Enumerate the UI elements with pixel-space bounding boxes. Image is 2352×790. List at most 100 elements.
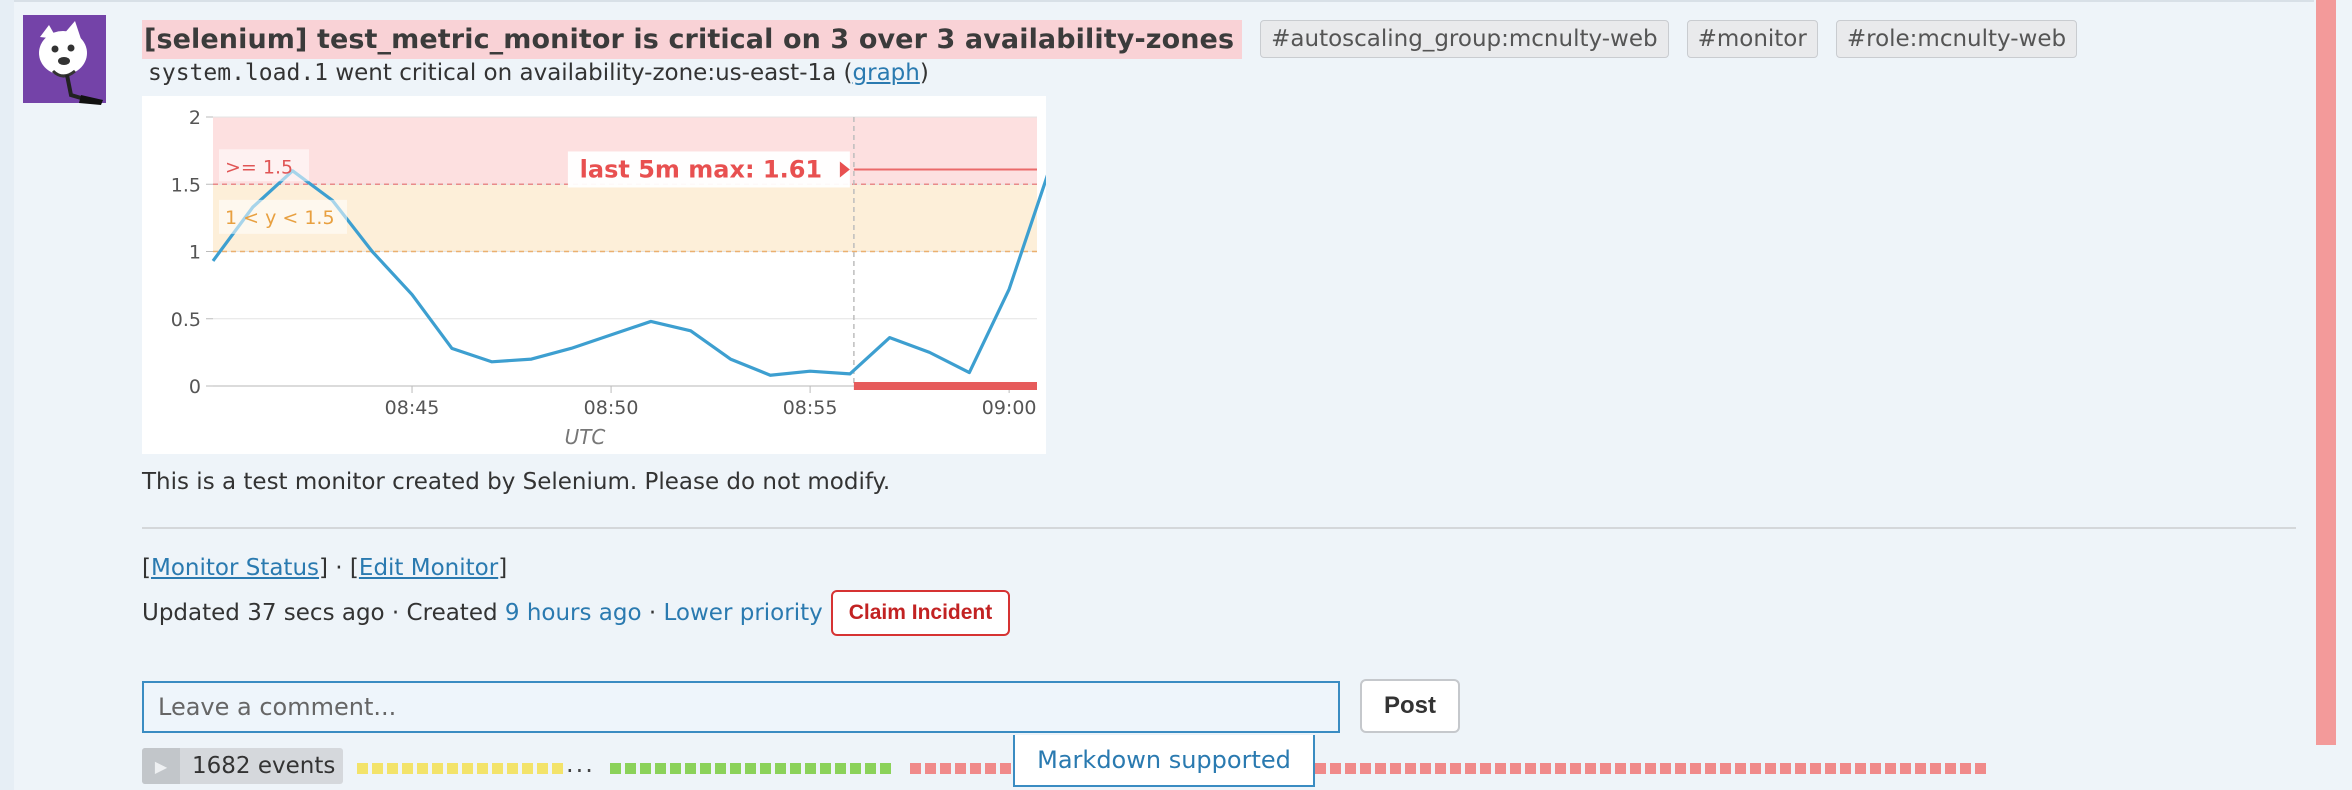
timeline-warning-marker[interactable] <box>447 763 458 774</box>
timeline-ok-marker[interactable] <box>610 763 621 774</box>
timeline-warning-marker[interactable] <box>522 763 533 774</box>
timeline-warning-marker[interactable] <box>387 763 398 774</box>
timeline-alert-marker[interactable] <box>1510 763 1521 774</box>
timeline-ok-marker[interactable] <box>730 763 741 774</box>
timeline-alert-marker[interactable] <box>1840 763 1851 774</box>
timeline-ok-marker[interactable] <box>820 763 831 774</box>
timeline-ok-marker[interactable] <box>685 763 696 774</box>
timeline-alert-marker[interactable] <box>1750 763 1761 774</box>
timeline-warning-marker[interactable] <box>357 763 368 774</box>
timeline-alert-marker[interactable] <box>1810 763 1821 774</box>
tag-monitor[interactable]: #monitor <box>1686 20 1818 58</box>
timeline-alert-marker[interactable] <box>1585 763 1596 774</box>
timeline-alert-marker[interactable] <box>1675 763 1686 774</box>
comment-input[interactable] <box>142 681 1340 733</box>
timeline-ok-marker[interactable] <box>805 763 816 774</box>
timeline-alert-marker[interactable] <box>1615 763 1626 774</box>
timeline-alert-marker[interactable] <box>1975 763 1986 774</box>
timeline-alert-marker[interactable] <box>1375 763 1386 774</box>
timeline-warning-marker[interactable] <box>372 763 383 774</box>
created-time-link[interactable]: 9 hours ago <box>505 600 642 626</box>
timeline-alert-marker[interactable] <box>1735 763 1746 774</box>
timeline-alert-marker[interactable] <box>1480 763 1491 774</box>
post-comment-button[interactable]: Post <box>1360 679 1460 733</box>
timeline-warning-marker[interactable] <box>462 763 473 774</box>
monitor-title[interactable]: [selenium] test_metric_monitor is critic… <box>142 19 1243 59</box>
timeline-alert-marker[interactable] <box>1495 763 1506 774</box>
play-icon[interactable]: ▶ <box>142 748 180 784</box>
timeline-alert-marker[interactable] <box>955 763 966 774</box>
tag-role[interactable]: #role:mcnulty-web <box>1835 20 2078 58</box>
timeline-alert-marker[interactable] <box>1945 763 1956 774</box>
timeline-ok-marker[interactable] <box>715 763 726 774</box>
claim-incident-button[interactable]: Claim Incident <box>830 590 1011 636</box>
timeline-alert-marker[interactable] <box>1825 763 1836 774</box>
timeline-ok-marker[interactable] <box>775 763 786 774</box>
timeline-alert-marker[interactable] <box>1660 763 1671 774</box>
timeline-alert-marker[interactable] <box>1795 763 1806 774</box>
timeline-alert-marker[interactable] <box>1555 763 1566 774</box>
timeline-warning-marker[interactable] <box>492 763 503 774</box>
timeline-alert-marker[interactable] <box>1540 763 1551 774</box>
timeline-alert-marker[interactable] <box>1360 763 1371 774</box>
timeline-alert-marker[interactable] <box>1405 763 1416 774</box>
timeline-alert-marker[interactable] <box>1600 763 1611 774</box>
timeline-alert-marker[interactable] <box>1705 763 1716 774</box>
timeline-alert-marker[interactable] <box>925 763 936 774</box>
timeline-ok-marker[interactable] <box>670 763 681 774</box>
timeline-warning-marker[interactable] <box>537 763 548 774</box>
timeline-alert-marker[interactable] <box>1330 763 1341 774</box>
timeline-ok-marker[interactable] <box>850 763 861 774</box>
timeline-alert-marker[interactable] <box>1930 763 1941 774</box>
timeline-warning-marker[interactable] <box>417 763 428 774</box>
timeline-alert-marker[interactable] <box>1765 763 1776 774</box>
timeline-ok-marker[interactable] <box>655 763 666 774</box>
timeline-warning-marker[interactable] <box>507 763 518 774</box>
timeline-alert-marker[interactable] <box>1885 763 1896 774</box>
timeline-ok-marker[interactable] <box>745 763 756 774</box>
lower-priority-link[interactable]: Lower priority <box>664 600 823 626</box>
timeline-alert-marker[interactable] <box>1450 763 1461 774</box>
timeline-alert-marker[interactable] <box>1690 763 1701 774</box>
timeline-warning-marker[interactable] <box>402 763 413 774</box>
edit-monitor-link[interactable]: Edit Monitor <box>359 555 498 581</box>
timeline-alert-marker[interactable] <box>1780 763 1791 774</box>
events-toggle[interactable]: ▶ 1682 events <box>142 748 344 784</box>
timeline-alert-marker[interactable] <box>1720 763 1731 774</box>
timeline-alert-marker[interactable] <box>1960 763 1971 774</box>
timeline-alert-marker[interactable] <box>1435 763 1446 774</box>
timeline-alert-marker[interactable] <box>1420 763 1431 774</box>
timeline-ok-marker[interactable] <box>760 763 771 774</box>
timeline-alert-marker[interactable] <box>1630 763 1641 774</box>
timeline-alert-marker[interactable] <box>910 763 921 774</box>
tag-autoscaling-group[interactable]: #autoscaling_group:mcnulty-web <box>1260 20 1669 58</box>
timeline-alert-marker[interactable] <box>1390 763 1401 774</box>
timeline-alert-marker[interactable] <box>1315 763 1326 774</box>
timeline-ellipsis[interactable]: ... <box>566 750 595 778</box>
timeline-alert-marker[interactable] <box>940 763 951 774</box>
timeline-alert-marker[interactable] <box>1465 763 1476 774</box>
timeline-alert-marker[interactable] <box>1855 763 1866 774</box>
timeline-alert-marker[interactable] <box>1645 763 1656 774</box>
timeline-ok-marker[interactable] <box>700 763 711 774</box>
timeline-warning-marker[interactable] <box>552 763 563 774</box>
timeline-alert-marker[interactable] <box>1525 763 1536 774</box>
timeline-ok-marker[interactable] <box>790 763 801 774</box>
timeline-alert-marker[interactable] <box>1345 763 1356 774</box>
timeline-ok-marker[interactable] <box>835 763 846 774</box>
timeline-ok-marker[interactable] <box>640 763 651 774</box>
graph-link[interactable]: graph <box>853 60 920 86</box>
monitor-status-link[interactable]: Monitor Status <box>151 555 319 581</box>
timeline-warning-marker[interactable] <box>477 763 488 774</box>
timeline-alert-marker[interactable] <box>985 763 996 774</box>
timeline-alert-marker[interactable] <box>1900 763 1911 774</box>
timeline-alert-marker[interactable] <box>1870 763 1881 774</box>
timeline-ok-marker[interactable] <box>865 763 876 774</box>
timeline-warning-marker[interactable] <box>432 763 443 774</box>
timeline-alert-marker[interactable] <box>970 763 981 774</box>
timeline-ok-marker[interactable] <box>625 763 636 774</box>
timeline-alert-marker[interactable] <box>1915 763 1926 774</box>
timeline-alert-marker[interactable] <box>1570 763 1581 774</box>
timeline-ok-marker[interactable] <box>880 763 891 774</box>
timeline-alert-marker[interactable] <box>1000 763 1011 774</box>
